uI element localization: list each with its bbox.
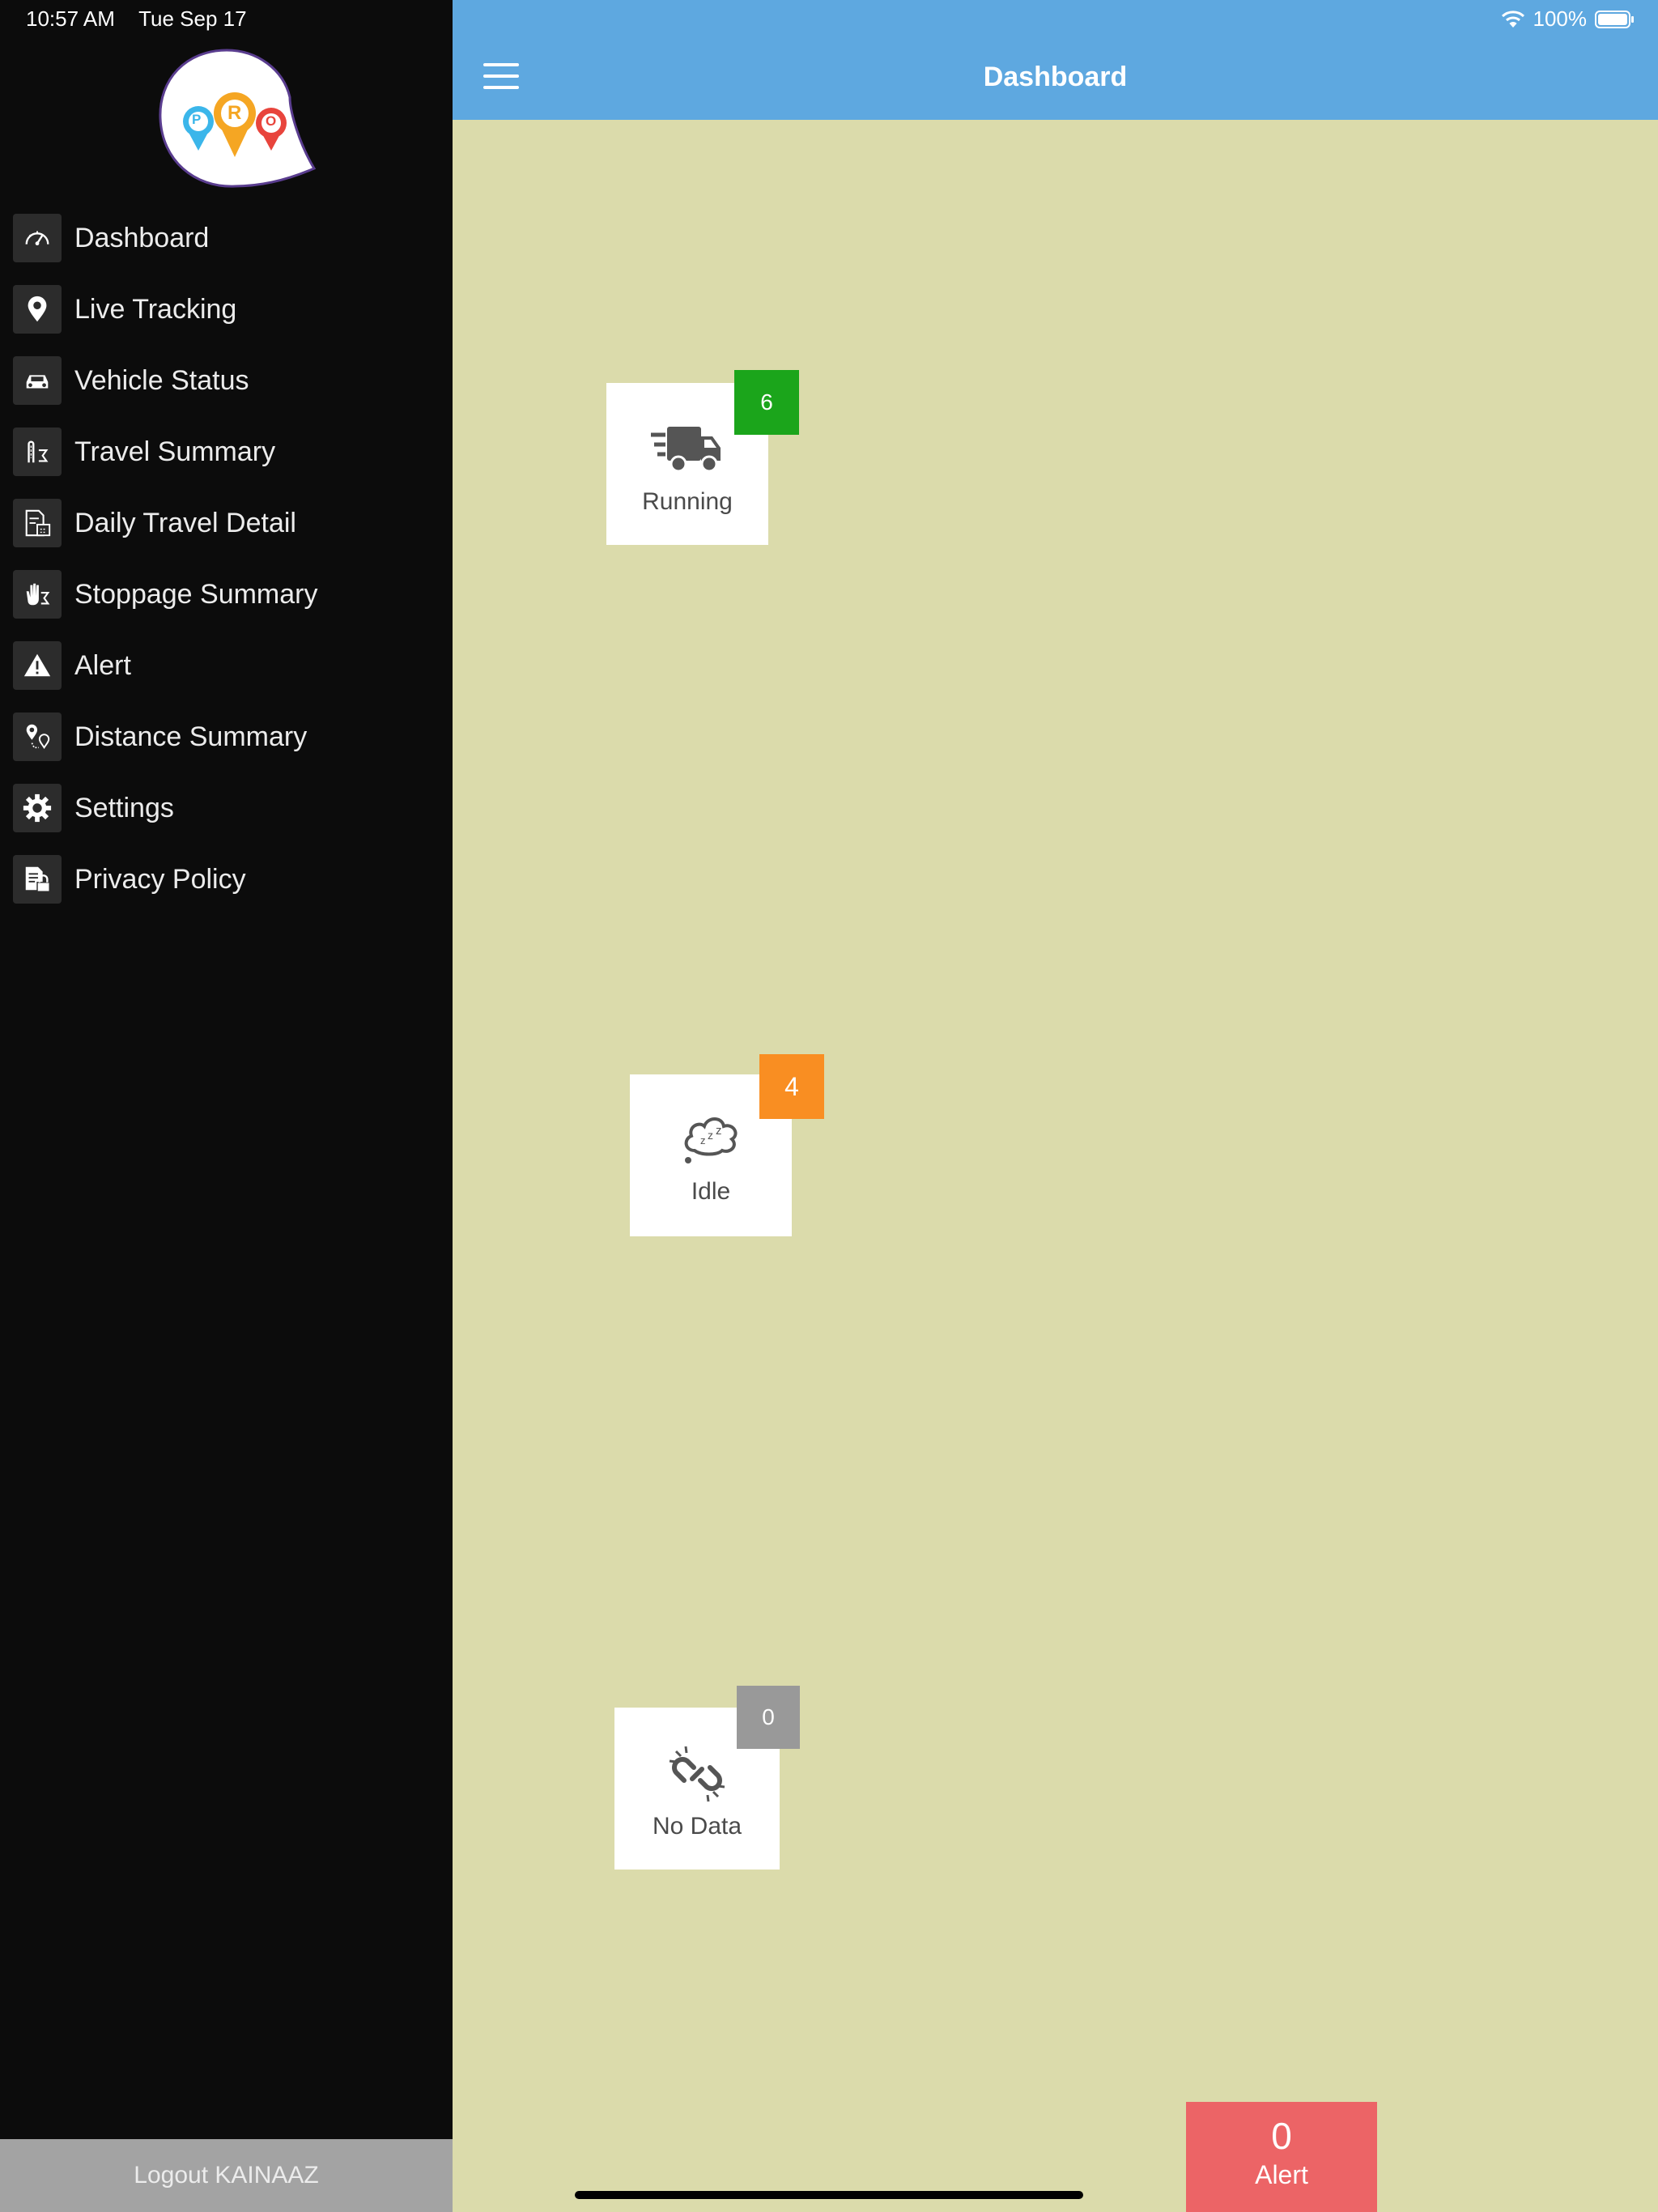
status-bar-left: 10:57 AM Tue Sep 17 [26,6,247,32]
status-time: 10:57 AM [26,6,115,31]
sidebar-item-label: Stoppage Summary [74,578,318,610]
battery-percent: 100% [1533,6,1588,31]
sidebar-item-settings[interactable]: Settings [0,772,453,844]
document-calendar-icon [13,499,62,547]
warning-icon [13,641,62,690]
sidebar-item-daily-travel-detail[interactable]: Daily Travel Detail [0,487,453,559]
svg-text:z: z [708,1129,713,1142]
svg-text:z: z [700,1134,706,1146]
logo-letter-p: P [192,112,202,127]
status-date: Tue Sep 17 [138,6,247,31]
battery-icon [1595,10,1634,28]
running-count-badge: 6 [734,370,799,435]
status-bar-right: 100% [1501,6,1636,32]
sidebar-item-dashboard[interactable]: Dashboard [0,202,453,274]
alert-count: 0 [1271,2115,1292,2157]
sidebar-item-label: Dashboard [74,222,210,253]
card-label: Idle [691,1178,731,1205]
sidebar-item-label: Daily Travel Detail [74,507,296,538]
car-icon [13,356,62,405]
sidebar-item-label: Alert [74,649,131,681]
speedometer-icon [13,214,62,262]
alert-button[interactable]: 0 Alert [1186,2102,1377,2212]
page-title: Dashboard [983,62,1128,92]
broken-link-icon [666,1743,728,1805]
svg-text:z: z [716,1124,722,1138]
idle-count-badge: 4 [759,1054,824,1119]
gear-icon [13,784,62,832]
travel-summary-icon [13,428,62,476]
pro-logo: P R O [154,47,316,191]
map-pin-icon [13,285,62,334]
sidebar-item-label: Live Tracking [74,293,237,325]
no-data-count-badge: 0 [737,1686,800,1749]
logo-letter-r: R [227,102,242,124]
truck-icon [651,423,724,480]
sidebar-item-live-tracking[interactable]: Live Tracking [0,274,453,345]
sleep-cloud-icon: z z z [678,1112,743,1170]
nav-bar: 100% Dashboard [453,0,1658,120]
sidebar-item-stoppage-summary[interactable]: Stoppage Summary [0,559,453,630]
alert-label: Alert [1255,2160,1308,2189]
sidebar-item-label: Distance Summary [74,721,308,752]
hand-sigma-icon [13,570,62,619]
sidebar-item-label: Vehicle Status [74,364,249,396]
logo-letter-o: O [266,113,277,129]
sidebar-item-privacy-policy[interactable]: Privacy Policy [0,844,453,915]
logout-button[interactable]: Logout KAINAAZ [0,2139,453,2212]
sidebar-item-travel-summary[interactable]: Travel Summary [0,416,453,487]
sidebar: 10:57 AM Tue Sep 17 P R O Dashboard Live… [0,0,453,2212]
card-label: No Data [652,1813,742,1840]
sidebar-item-label: Settings [74,792,174,823]
screen: 10:57 AM Tue Sep 17 P R O Dashboard Live… [0,0,1658,2212]
sidebar-item-vehicle-status[interactable]: Vehicle Status [0,345,453,416]
card-label: Running [642,488,733,515]
home-indicator[interactable] [575,2191,1083,2199]
document-lock-icon [13,855,62,904]
two-pins-icon [13,713,62,761]
main-content: 100% Dashboard Running 6 z z z Idle 4 No… [453,0,1658,2212]
sidebar-item-alert[interactable]: Alert [0,630,453,701]
sidebar-item-distance-summary[interactable]: Distance Summary [0,701,453,772]
wifi-icon [1501,10,1524,28]
sidebar-menu: Dashboard Live Tracking Vehicle Status T… [0,202,453,915]
sidebar-item-label: Privacy Policy [74,863,246,895]
sidebar-item-label: Travel Summary [74,436,276,467]
